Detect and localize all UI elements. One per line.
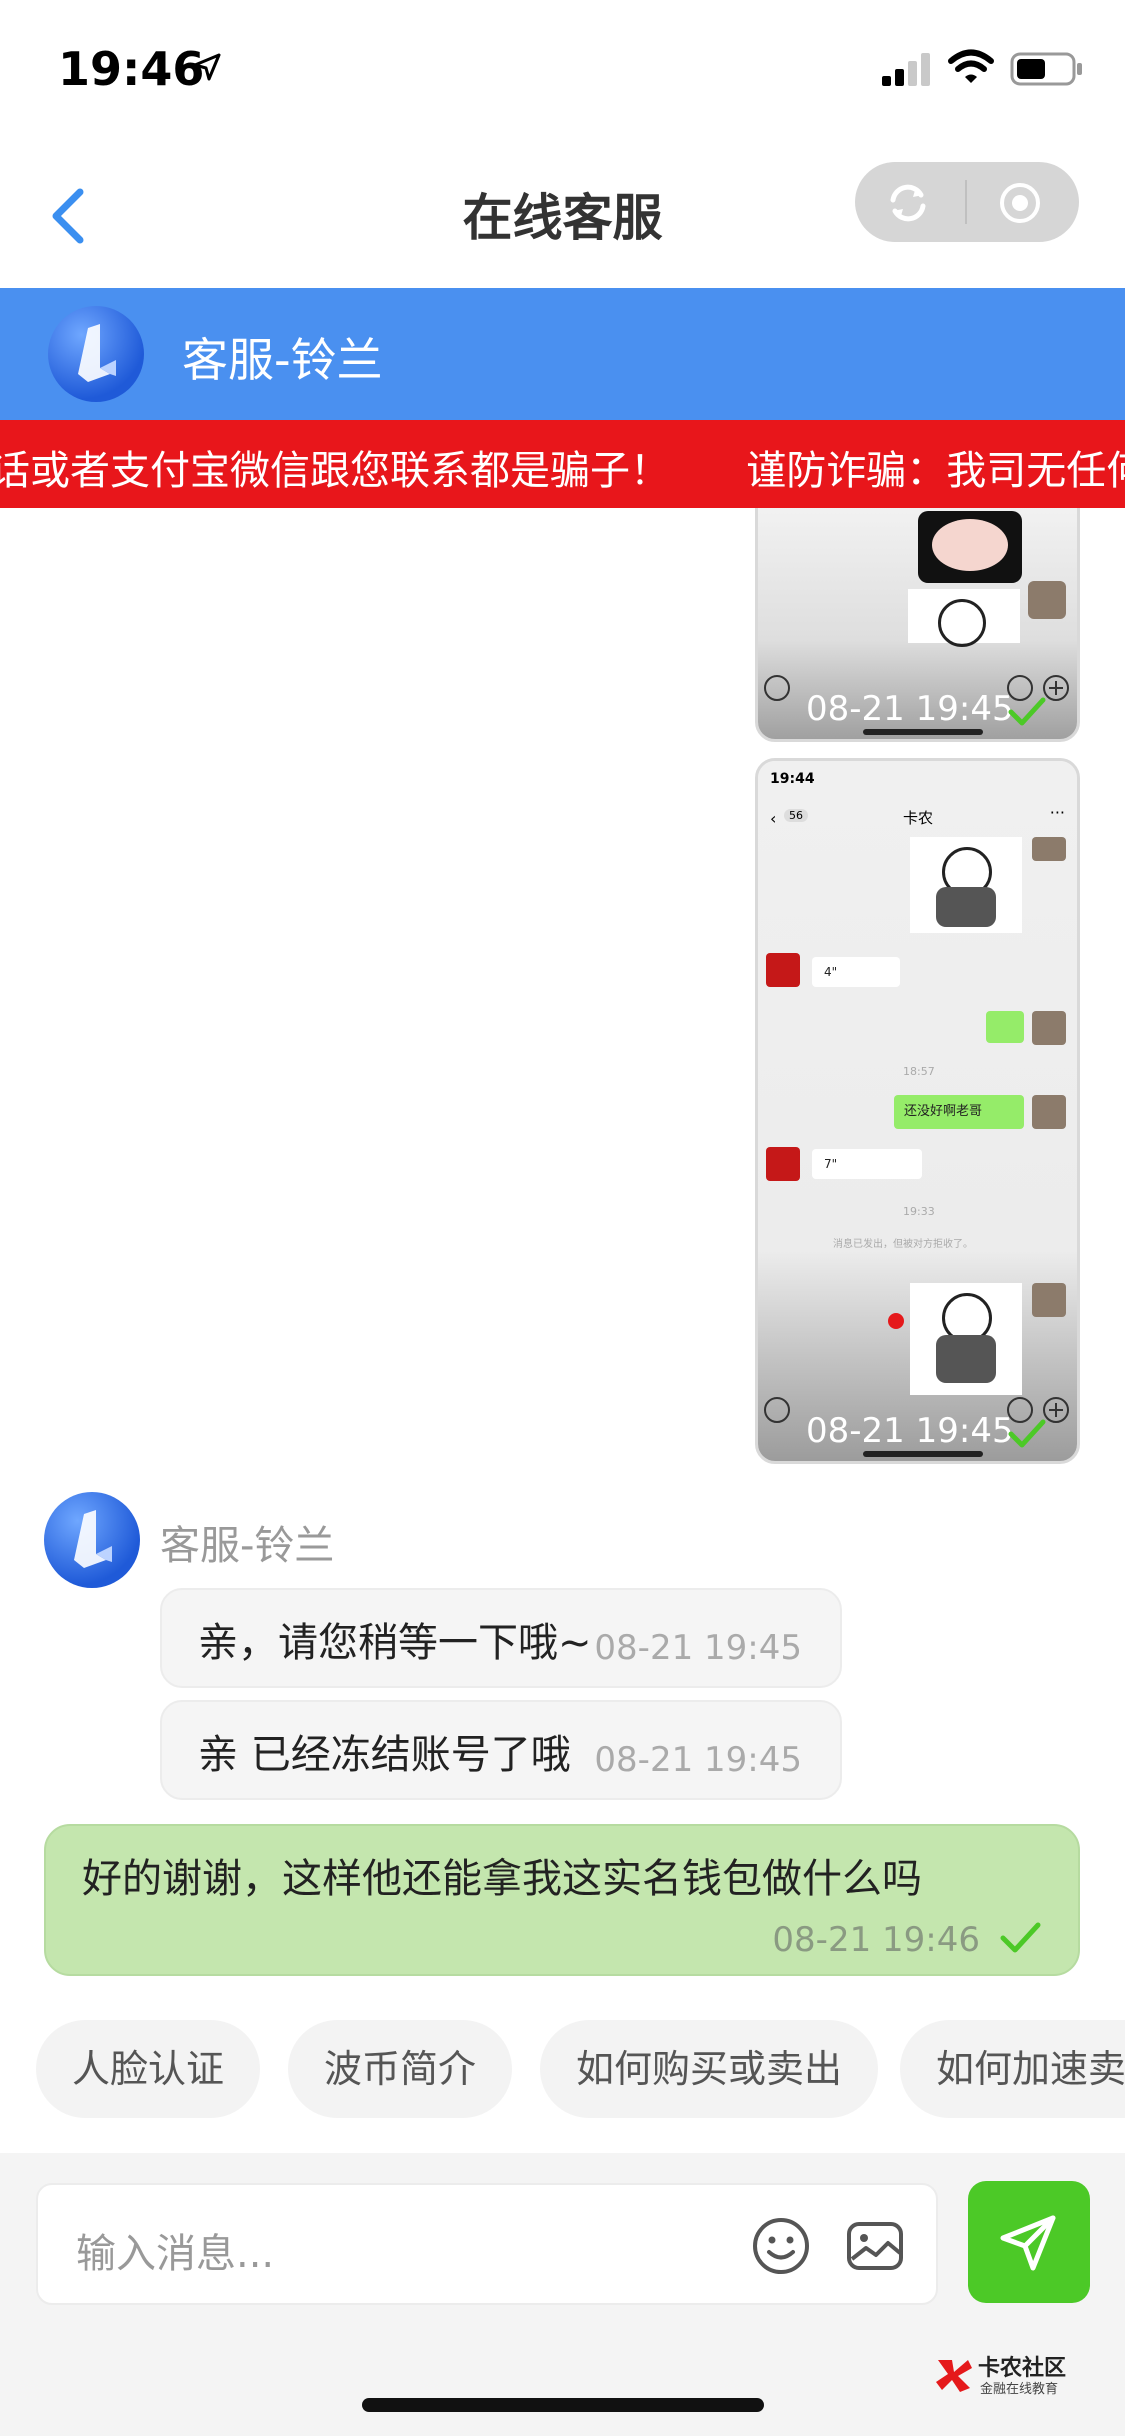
message-text: 亲，请您稍等一下哦~ — [198, 1620, 592, 1666]
sender-name: 客服-铃兰 — [160, 1523, 335, 1569]
home-indicator-thumb — [863, 729, 983, 735]
sent-bubble-thumb — [986, 1011, 1024, 1043]
battery-icon — [1010, 52, 1082, 86]
friend-avatar-thumb — [766, 1147, 800, 1181]
inner-unread-count: 56 — [784, 809, 808, 822]
agent-avatar — [48, 306, 144, 402]
home-indicator — [362, 2398, 764, 2412]
message-time: 08-21 19:45 — [594, 1628, 802, 1668]
quick-replies: 人脸认证 波币简介 如何购买或卖出 如何加速卖出 — [0, 2020, 1125, 2125]
user-avatar-thumb — [1032, 837, 1066, 861]
message-text: 好的谢谢，这样他还能拿我这实名钱包做什么吗 — [82, 1856, 922, 1902]
refresh-icon[interactable] — [883, 178, 933, 228]
inner-back: ‹ — [770, 809, 777, 828]
meme-sticker — [910, 837, 1022, 933]
incoming-message[interactable]: 亲，请您稍等一下哦~ 08-21 19:45 — [160, 1588, 842, 1688]
quick-reply-chip[interactable]: 人脸认证 — [36, 2020, 261, 2118]
agent-logo-icon — [78, 324, 116, 382]
sent-check-icon — [1008, 697, 1046, 726]
incoming-message[interactable]: 亲 已经冻结账号了哦 08-21 19:45 — [160, 1700, 842, 1800]
image-message[interactable]: 19:44 ‹ 56 卡农 ··· 4" 18:57 还没好啊老哥 7" 19:… — [755, 758, 1080, 1464]
mini-program-capsule — [855, 162, 1079, 242]
user-avatar-thumb — [1032, 1011, 1066, 1045]
inner-time-divider: 19:33 — [903, 1205, 935, 1218]
status-bar: 19:46 — [0, 0, 1125, 140]
nav-bar: 在线客服 — [0, 150, 1125, 285]
voice-duration: 7" — [824, 1157, 838, 1171]
inner-time-divider: 18:57 — [903, 1065, 935, 1078]
voice-duration: 4" — [824, 965, 838, 979]
error-icon — [888, 1313, 904, 1329]
message-text: 亲 已经冻结账号了哦 — [198, 1732, 571, 1778]
inner-rejected-notice: 消息已发出，但被对方拒收了。 — [833, 1239, 973, 1250]
image-icon[interactable] — [844, 2215, 906, 2277]
message-time: 08-21 19:46 — [772, 1920, 980, 1960]
user-avatar-thumb — [1032, 1283, 1066, 1317]
meme-sticker — [918, 511, 1022, 583]
watermark: 卡农社区 金融在线教育 — [934, 2348, 1114, 2400]
message-time: 08-21 19:45 — [806, 689, 1014, 729]
location-arrow-icon — [193, 53, 221, 81]
home-indicator-thumb — [863, 1451, 983, 1457]
message-input[interactable]: 输入消息... — [36, 2183, 938, 2305]
chat-area[interactable]: 08-21 19:45 19:44 ‹ 56 卡农 ··· 4" 18:57 还… — [0, 508, 1125, 2158]
send-icon — [1000, 2215, 1056, 2271]
agent-avatar[interactable] — [44, 1492, 140, 1588]
inner-more-icon: ··· — [1049, 803, 1065, 822]
outgoing-message[interactable]: 好的谢谢，这样他还能拿我这实名钱包做什么吗 08-21 19:46 — [44, 1824, 1080, 1976]
voice-icon — [764, 1397, 790, 1423]
inner-status-time: 19:44 — [770, 771, 815, 787]
voice-icon — [764, 675, 790, 701]
sent-bubble-thumb: 还没好啊老哥 — [894, 1095, 1024, 1129]
agent-logo-icon — [74, 1510, 112, 1568]
inner-reply-text: 还没好啊老哥 — [904, 1104, 983, 1119]
agent-name: 客服-铃兰 — [182, 333, 383, 387]
inner-title: 卡农 — [903, 809, 934, 827]
fraud-warning-banner: 话或者支付宝微信跟您联系都是骗子！ 谨防诈骗：我司无任何 — [0, 420, 1125, 508]
message-time: 08-21 19:45 — [594, 1740, 802, 1780]
capsule-divider — [965, 180, 967, 224]
friend-avatar-thumb — [766, 953, 800, 987]
message-time: 08-21 19:45 — [806, 1411, 1014, 1451]
status-time: 19:46 — [58, 42, 205, 96]
record-icon[interactable] — [995, 178, 1045, 228]
meme-sticker — [910, 1283, 1022, 1395]
sent-check-icon — [1008, 1419, 1046, 1448]
voice-message-thumb: 7" — [812, 1149, 922, 1179]
user-avatar-thumb — [1028, 581, 1066, 619]
emoji-icon[interactable] — [750, 2215, 812, 2277]
voice-message-thumb: 4" — [812, 957, 900, 987]
user-avatar-thumb — [1032, 1095, 1066, 1129]
watermark-logo-icon — [936, 2360, 972, 2392]
watermark-subtitle: 金融在线教育 — [980, 2382, 1059, 2397]
quick-reply-chip[interactable]: 如何加速卖出 — [900, 2020, 1125, 2118]
cellular-signal-icon — [882, 53, 930, 86]
send-button[interactable] — [968, 2181, 1090, 2303]
quick-reply-chip[interactable]: 波币简介 — [288, 2020, 513, 2118]
wifi-icon — [948, 49, 994, 83]
quick-reply-chip[interactable]: 如何购买或卖出 — [540, 2020, 879, 2118]
image-message[interactable]: 08-21 19:45 — [755, 508, 1080, 742]
fraud-warning-text: 话或者支付宝微信跟您联系都是骗子！ 谨防诈骗：我司无任何 — [0, 448, 1125, 494]
agent-header: 客服-铃兰 — [0, 288, 1125, 420]
meme-sticker — [908, 589, 1020, 647]
input-placeholder: 输入消息... — [76, 2231, 275, 2277]
sent-check-icon — [1000, 1922, 1041, 1953]
